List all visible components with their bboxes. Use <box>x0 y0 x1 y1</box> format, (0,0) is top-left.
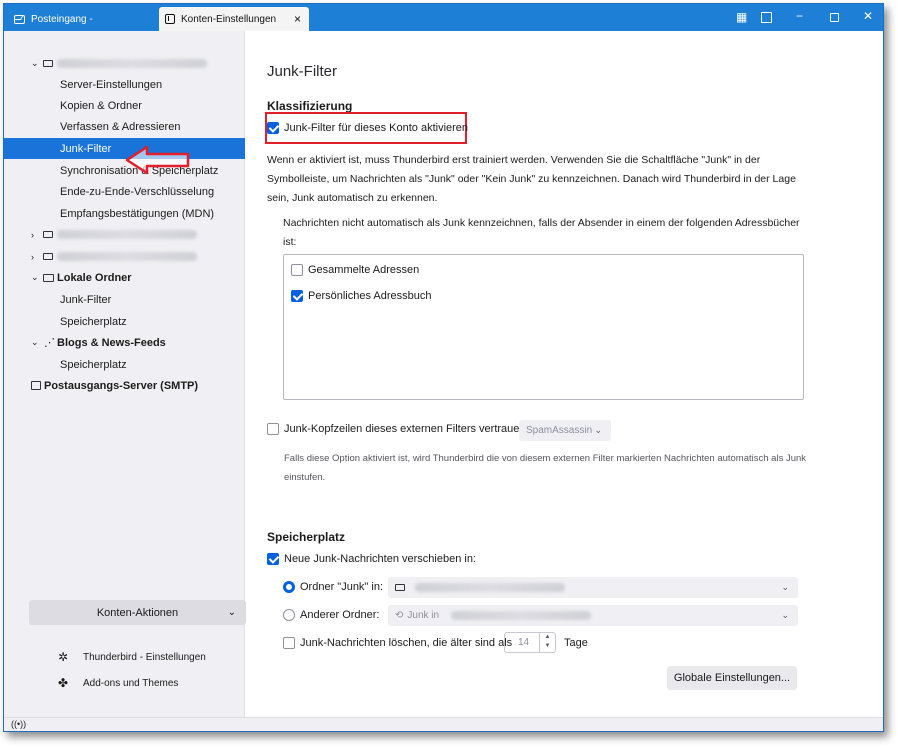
app-window: Posteingang - Konten-Einstellungen × ▦ −… <box>3 3 884 732</box>
tab-inbox[interactable]: Posteingang - <box>8 7 158 31</box>
folder-name-redacted <box>451 611 592 620</box>
tab-account-settings-label: Konten-Einstellungen <box>181 13 277 25</box>
sidebar-item-e2e-encryption[interactable]: Ende-zu-Ende-Verschlüsselung <box>4 181 245 202</box>
inbox-icon <box>14 14 25 24</box>
account-1[interactable]: ⌄ <box>4 53 245 74</box>
tab-account-settings[interactable]: Konten-Einstellungen × <box>159 7 309 31</box>
annotation-arrow-icon <box>125 145 190 175</box>
sidebar-item-mdn[interactable]: Empfangsbestätigungen (MDN) <box>4 203 245 224</box>
account-name-redacted <box>57 230 197 239</box>
account-actions-button[interactable]: Konten-Aktionen ⌄ <box>29 600 246 625</box>
chevron-down-icon: ⌄ <box>227 607 236 618</box>
account-2[interactable]: › <box>4 224 245 245</box>
account-3[interactable]: › <box>4 246 245 267</box>
external-filter-select[interactable]: SpamAssassin ⌄ <box>519 420 611 441</box>
maximize-icon[interactable] <box>830 13 839 22</box>
chevron-down-icon[interactable]: ⌄ <box>31 337 41 348</box>
junk-settings-pane: Junk-Filter Klassifizierung Junk-Filter … <box>246 31 883 717</box>
checkbox-checked-icon[interactable] <box>291 290 303 302</box>
checkbox-checked-icon[interactable] <box>267 553 279 565</box>
radio-junk-folder[interactable]: Ordner "Junk" in: <box>283 581 383 593</box>
mail-account-icon <box>43 231 53 238</box>
checkbox-unchecked-icon[interactable] <box>267 423 279 435</box>
sidebar-item-copies-folders[interactable]: Kopien & Ordner <box>4 95 245 116</box>
sidebar-item-composition[interactable]: Verfassen & Adressieren <box>4 116 245 137</box>
junk-folder-account-select[interactable]: ⌄ <box>388 577 798 598</box>
mail-account-icon <box>43 253 53 260</box>
storage-heading: Speicherplatz <box>267 530 346 544</box>
days-label: Tage <box>564 637 588 649</box>
folder-icon <box>43 273 54 282</box>
feeds-account[interactable]: ⌄ ⋰ Blogs & News-Feeds <box>4 332 245 353</box>
checkbox-unchecked-icon[interactable] <box>291 264 303 276</box>
mail-account-icon <box>395 584 405 591</box>
classification-heading: Klassifizierung <box>267 99 353 113</box>
chevron-down-icon[interactable]: ⌄ <box>31 272 41 283</box>
local-folders[interactable]: ⌄ Lokale Ordner <box>4 267 245 288</box>
radio-unselected-icon[interactable] <box>283 609 295 621</box>
delete-old-junk-checkbox[interactable]: Junk-Nachrichten löschen, die älter sind… <box>283 637 512 649</box>
checkbox-checked-icon[interactable] <box>267 122 279 134</box>
page-title: Junk-Filter <box>267 63 338 80</box>
settings-tab-icon <box>165 14 175 24</box>
online-status-icon[interactable]: ((•)) <box>11 719 26 729</box>
trust-headers-note: Falls diese Option aktiviert ist, wird T… <box>284 453 807 483</box>
account-name-redacted <box>415 583 565 592</box>
account-name-redacted <box>57 59 207 68</box>
close-window-icon[interactable]: ✕ <box>863 9 873 23</box>
chevron-down-icon: ⌄ <box>594 425 602 435</box>
tasks-icon[interactable] <box>761 12 772 23</box>
chevron-down-icon[interactable]: ⌄ <box>31 58 41 69</box>
days-stepper[interactable]: 14 ▲ ▼ <box>504 632 556 653</box>
chevron-down-icon: ⌄ <box>781 582 789 592</box>
other-folder-select[interactable]: ⟲ Junk in ⌄ <box>388 605 798 626</box>
stepper-arrows-icon[interactable]: ▲ ▼ <box>539 633 555 652</box>
gear-icon: ✲ <box>57 650 69 664</box>
account-name-redacted <box>57 252 197 261</box>
radio-selected-icon[interactable] <box>283 581 295 593</box>
addressbook-personal[interactable]: Persönliches Adressbuch <box>291 290 432 302</box>
mail-account-icon <box>43 60 53 67</box>
radio-other-folder[interactable]: Anderer Ordner: <box>283 609 379 621</box>
rss-icon: ⋰ <box>44 337 55 349</box>
close-tab-icon[interactable]: × <box>294 12 301 26</box>
account-tree-sidebar: ⌄ Server-Einstellungen Kopien & Ordner V… <box>4 31 246 717</box>
global-settings-button[interactable]: Globale Einstellungen... <box>667 666 797 690</box>
tab-inbox-label: Posteingang - <box>31 13 93 25</box>
outbox-icon <box>31 381 41 390</box>
sidebar-item-feeds-storage[interactable]: Speicherplatz <box>4 354 245 375</box>
activate-junk-filter-checkbox[interactable]: Junk-Filter für dieses Konto aktivieren <box>267 122 468 134</box>
junk-description: Wenn er aktiviert ist, muss Thunderbird … <box>267 154 796 204</box>
sidebar-item-local-junk[interactable]: Junk-Filter <box>4 289 245 310</box>
checkbox-unchecked-icon[interactable] <box>283 637 295 649</box>
sidebar-item-local-storage[interactable]: Speicherplatz <box>4 311 245 332</box>
puzzle-icon: ✤ <box>57 676 69 690</box>
sidebar-item-server-settings[interactable]: Server-Einstellungen <box>4 74 245 95</box>
move-junk-checkbox[interactable]: Neue Junk-Nachrichten verschieben in: <box>267 553 476 565</box>
whitelist-label: Nachrichten nicht automatisch als Junk k… <box>283 217 800 248</box>
chevron-right-icon[interactable]: › <box>31 252 41 262</box>
chevron-down-icon: ⌄ <box>781 610 789 620</box>
calendar-icon[interactable]: ▦ <box>736 10 747 24</box>
thunderbird-settings-link[interactable]: ✲ Thunderbird - Einstellungen <box>56 649 206 665</box>
smtp-server[interactable]: Postausgangs-Server (SMTP) <box>4 375 245 396</box>
addressbook-list[interactable]: Gesammelte Adressen Persönliches Adressb… <box>283 254 804 400</box>
chevron-right-icon[interactable]: › <box>31 230 41 240</box>
folder-icon: ⟲ <box>395 610 404 621</box>
addressbook-collected[interactable]: Gesammelte Adressen <box>291 264 419 276</box>
minimize-icon[interactable]: − <box>796 9 803 23</box>
title-bar: Posteingang - Konten-Einstellungen × ▦ −… <box>4 4 883 31</box>
addons-themes-link[interactable]: ✤ Add-ons und Themes <box>56 675 178 691</box>
status-bar: ((•)) <box>4 717 883 731</box>
trust-headers-checkbox[interactable]: Junk-Kopfzeilen dieses externen Filters … <box>267 423 529 435</box>
